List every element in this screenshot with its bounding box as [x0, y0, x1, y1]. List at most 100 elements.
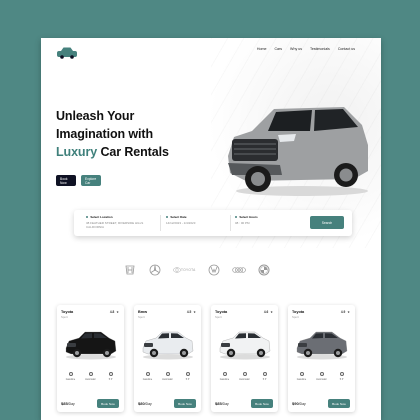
calendar-icon: [166, 215, 169, 219]
spec-seats: 5 P: [255, 372, 274, 381]
price-value: $90: [292, 401, 299, 406]
toyota-logo: TOYOTA: [173, 263, 196, 277]
car-rating: 4.9 ★: [341, 310, 350, 314]
price-value: $85: [61, 401, 68, 406]
car-category: Sport: [138, 315, 145, 319]
price-unit: /Day: [221, 402, 229, 406]
gear-icon: [319, 372, 324, 376]
car-rating: 4.5 ★: [187, 310, 196, 314]
bmw-logo-icon: [257, 263, 271, 277]
fuel-icon: [68, 372, 73, 376]
search-bar: Select Location 38 FEATHER STREET, RIVER…: [74, 210, 352, 236]
book-now-button[interactable]: Book Now: [251, 399, 273, 408]
car-card[interactable]: Toyota Sport 4.9 ★ Gasoline Automatic 5 …: [288, 305, 355, 412]
divider: [230, 215, 231, 231]
spec-transmission-label: Automatic: [85, 378, 96, 381]
divider: [160, 215, 161, 231]
spec-transmission: Automatic: [81, 372, 100, 381]
car-price: $85/Day: [215, 401, 229, 406]
toyota-wordmark: TOYOTA: [181, 268, 196, 272]
gear-icon: [88, 372, 93, 376]
car-name: Toyota: [61, 310, 74, 314]
car-price: $85/Day: [61, 401, 75, 406]
star-icon: ★: [270, 310, 273, 314]
spec-fuel: Gasoline: [292, 372, 311, 381]
seat-icon: [108, 372, 113, 376]
gear-icon: [242, 372, 247, 376]
car-category: Sport: [61, 315, 68, 319]
car-category: Sport: [215, 315, 222, 319]
car-specs: Gasoline Automatic 5 P: [138, 372, 197, 381]
hours-value: 08 : 00 PM: [235, 221, 250, 225]
seat-icon: [262, 372, 267, 376]
spec-transmission-label: Automatic: [239, 378, 250, 381]
nav-testimonials[interactable]: Testimonials: [310, 47, 330, 51]
price-value: $80: [138, 401, 145, 406]
book-now-button[interactable]: Book Now: [328, 399, 350, 408]
spec-seats-label: 5 P: [262, 378, 267, 381]
location-pin-icon: [86, 215, 89, 219]
date-label: Select Date: [170, 215, 187, 219]
spec-seats: 5 P: [101, 372, 120, 381]
fuel-icon: [145, 372, 150, 376]
car-cards-row: Toyota Sport 4.8 ★ Gasoline Automatic 5 …: [57, 305, 355, 412]
hero-suv-image: [228, 107, 368, 196]
spec-transmission: Automatic: [312, 372, 331, 381]
nav-home[interactable]: Home: [257, 47, 267, 51]
car-card[interactable]: Toyota Sport 4.6 ★ Gasoline Automatic 5 …: [211, 305, 278, 412]
headline-accent: Luxury: [56, 145, 98, 159]
price-unit: /Day: [298, 402, 306, 406]
spec-seats-label: 5 P: [108, 378, 113, 381]
location-label: Select Location: [90, 215, 113, 219]
car-rating: 4.8 ★: [110, 310, 119, 314]
car-category: Sport: [292, 315, 299, 319]
price-unit: /Day: [144, 402, 152, 406]
spec-fuel-label: Gasoline: [65, 378, 76, 381]
landing-page: Home Cars Why us Testimonials Contact us…: [41, 38, 381, 420]
hours-field[interactable]: Select Hours 08 : 00 PM: [235, 215, 295, 225]
car-name: Toyota: [215, 310, 228, 314]
rating-value: 4.8: [109, 310, 115, 314]
nav-why-us[interactable]: Why us: [290, 47, 302, 51]
spec-fuel: Gasoline: [61, 372, 80, 381]
car-card[interactable]: Bmw Sport 4.5 ★ Gasoline Automatic 5 P $…: [134, 305, 201, 412]
spec-fuel-label: Gasoline: [142, 378, 153, 381]
nav-contact-us[interactable]: Contact us: [338, 47, 355, 51]
spec-transmission: Automatic: [235, 372, 254, 381]
honda-logo-icon: [123, 263, 137, 277]
spec-fuel-label: Gasoline: [219, 378, 230, 381]
search-button[interactable]: Search: [310, 216, 344, 229]
spec-seats: 5 P: [178, 372, 197, 381]
fuel-icon: [299, 372, 304, 376]
mercedes-logo-icon: [148, 263, 162, 277]
car-logo-icon[interactable]: [56, 46, 78, 59]
car-price: $90/Day: [292, 401, 306, 406]
spec-seats: 5 P: [332, 372, 351, 381]
date-field[interactable]: Select Date 14/12/2023 - 1/4/2023: [166, 215, 226, 225]
star-icon: ★: [193, 310, 196, 314]
gear-icon: [165, 372, 170, 376]
price-unit: /Day: [67, 402, 75, 406]
car-rating: 4.6 ★: [264, 310, 273, 314]
rating-value: 4.9: [340, 310, 346, 314]
date-value: 14/12/2023 - 1/4/2023: [166, 221, 196, 225]
top-nav: Home Cars Why us Testimonials Contact us: [257, 47, 355, 51]
fuel-icon: [222, 372, 227, 376]
book-now-button[interactable]: Book Now: [97, 399, 119, 408]
brand-logos-row: TOYOTA: [123, 263, 271, 277]
book-now-button[interactable]: Book Now: [56, 175, 76, 186]
hero-buttons: Book Now Explore Car: [56, 175, 101, 186]
car-price: $80/Day: [138, 401, 152, 406]
car-name: Bmw: [138, 310, 148, 314]
nav-cars[interactable]: Cars: [274, 47, 282, 51]
car-image: [219, 331, 271, 360]
location-field[interactable]: Select Location 38 FEATHER STREET, RIVER…: [86, 215, 150, 229]
car-specs: Gasoline Automatic 5 P: [292, 372, 351, 381]
explore-car-button[interactable]: Explore Car: [81, 175, 101, 186]
spec-fuel: Gasoline: [138, 372, 157, 381]
spec-transmission: Automatic: [158, 372, 177, 381]
spec-fuel-label: Gasoline: [296, 378, 307, 381]
book-now-button[interactable]: Book Now: [174, 399, 196, 408]
headline-line-2: Imagination with: [56, 127, 154, 141]
car-card[interactable]: Toyota Sport 4.8 ★ Gasoline Automatic 5 …: [57, 305, 124, 412]
